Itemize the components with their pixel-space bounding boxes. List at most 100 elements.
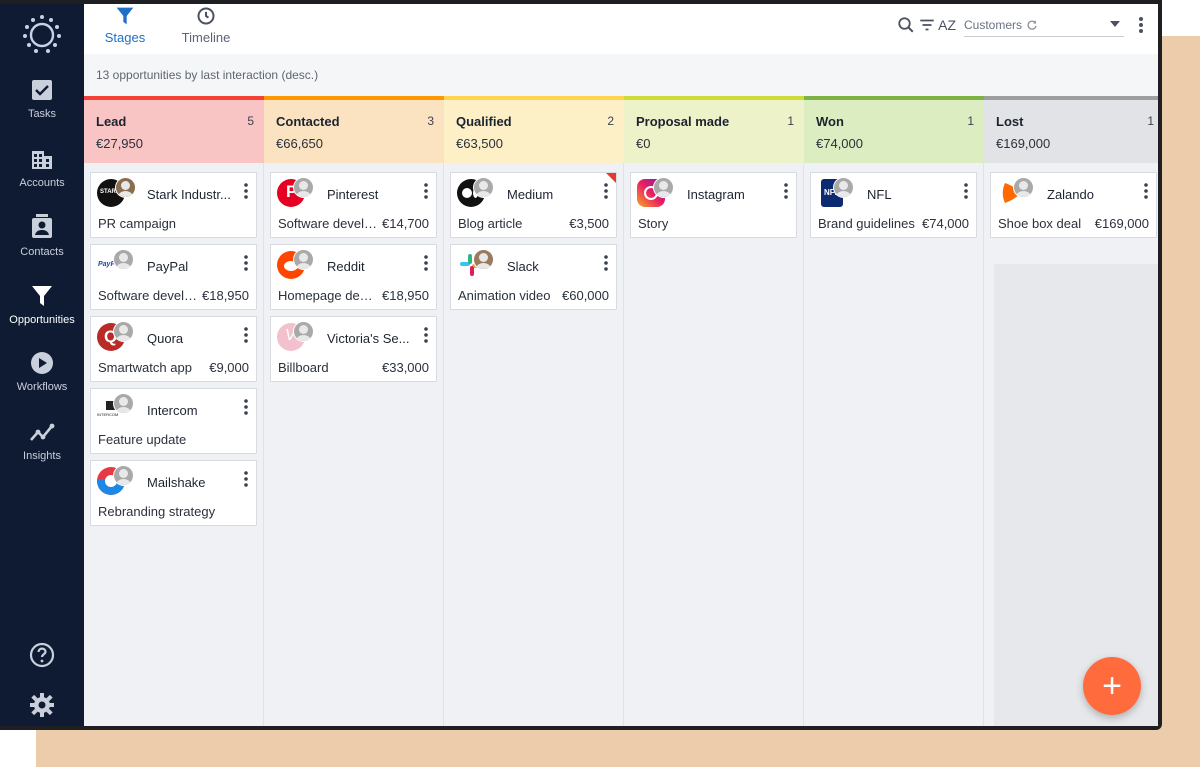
opportunity-card[interactable]: STARK Stark Industr... PR campaign bbox=[90, 172, 257, 238]
app-screen: Tasks Accounts Contacts Opportunities Wo… bbox=[0, 4, 1158, 726]
avatar bbox=[833, 177, 854, 198]
drop-zone bbox=[994, 264, 1158, 726]
sidebar: Tasks Accounts Contacts Opportunities Wo… bbox=[0, 4, 84, 726]
customers-select[interactable]: Customers bbox=[964, 13, 1124, 37]
opportunity-card[interactable]: Reddit Homepage desi... €18,950 bbox=[270, 244, 437, 310]
tab-stages[interactable]: Stages bbox=[104, 4, 146, 54]
results-summary: 13 opportunities by last interaction (de… bbox=[84, 54, 1158, 96]
sidebar-item-workflows[interactable]: Workflows bbox=[0, 351, 84, 415]
add-opportunity-button[interactable]: + bbox=[1083, 657, 1141, 715]
avatar bbox=[473, 177, 494, 198]
card-amount: €74,000 bbox=[922, 216, 969, 231]
toolbar: AZ Customers bbox=[897, 12, 1144, 38]
card-account-name: Mailshake bbox=[147, 475, 206, 490]
avatar bbox=[293, 249, 314, 270]
filter-lines-icon[interactable] bbox=[918, 16, 936, 34]
card-deal-name: PR campaign bbox=[98, 216, 177, 231]
opportunity-card[interactable]: Instagram Story bbox=[630, 172, 797, 238]
sidebar-item-insights[interactable]: Insights bbox=[0, 420, 84, 484]
card-deal-name: Rebranding strategy bbox=[98, 504, 216, 519]
card-account-name: NFL bbox=[867, 187, 892, 202]
more-vertical-icon[interactable] bbox=[424, 255, 428, 271]
column-header[interactable]: Lost 1 €169,000 bbox=[984, 96, 1158, 163]
chevron-down-icon bbox=[1110, 21, 1120, 27]
column-title: Qualified bbox=[456, 114, 512, 129]
avatar bbox=[115, 177, 136, 198]
avatar bbox=[293, 177, 314, 198]
card-deal-name: Brand guidelines bbox=[818, 216, 915, 231]
sidebar-item-contacts[interactable]: Contacts bbox=[0, 214, 84, 278]
more-vertical-icon[interactable] bbox=[244, 327, 248, 343]
select-value: Customers bbox=[964, 17, 1023, 32]
opportunity-card[interactable]: P Pinterest Software develo... €14,700 bbox=[270, 172, 437, 238]
card-deal-name: Software develo... bbox=[98, 288, 198, 303]
card-account-name: Pinterest bbox=[327, 187, 379, 202]
more-vertical-icon[interactable] bbox=[1138, 16, 1144, 34]
tab-label: Stages bbox=[104, 30, 146, 45]
sidebar-item-accounts[interactable]: Accounts bbox=[0, 147, 84, 211]
more-vertical-icon[interactable] bbox=[1144, 183, 1148, 199]
opportunity-card[interactable]: NFL NFL Brand guidelines €74,000 bbox=[810, 172, 977, 238]
opportunity-card[interactable]: Zalando Shoe box deal €169,000 bbox=[990, 172, 1157, 238]
sidebar-item-label: Tasks bbox=[27, 108, 57, 120]
help-circle-icon[interactable] bbox=[29, 642, 55, 668]
card-account-name: Reddit bbox=[327, 259, 365, 274]
more-vertical-icon[interactable] bbox=[604, 183, 608, 199]
avatar bbox=[113, 249, 134, 270]
more-vertical-icon[interactable] bbox=[244, 399, 248, 415]
plus-icon: + bbox=[1102, 667, 1122, 705]
column-header[interactable]: Contacted 3 €66,650 bbox=[264, 96, 444, 163]
column-title: Won bbox=[816, 114, 844, 129]
column-count: 1 bbox=[1147, 114, 1154, 128]
more-vertical-icon[interactable] bbox=[244, 471, 248, 487]
opportunity-card[interactable]: Mailshake Rebranding strategy bbox=[90, 460, 257, 526]
card-amount: €14,700 bbox=[382, 216, 429, 231]
contact-card-icon bbox=[32, 214, 52, 238]
card-amount: €3,500 bbox=[569, 216, 609, 231]
sort-az-icon[interactable]: AZ bbox=[938, 17, 956, 33]
column-qualified: Qualified 2 €63,500 Medium Blog article … bbox=[444, 96, 624, 726]
app-logo-icon[interactable] bbox=[22, 14, 62, 54]
device-frame: Tasks Accounts Contacts Opportunities Wo… bbox=[0, 0, 1162, 730]
tab-timeline[interactable]: Timeline bbox=[180, 4, 232, 54]
opportunity-card[interactable]: PayPal PayPal Software develo... €18,950 bbox=[90, 244, 257, 310]
column-total: €74,000 bbox=[816, 136, 863, 151]
opportunity-card[interactable]: INTERCOM Intercom Feature update bbox=[90, 388, 257, 454]
card-account-name: Stark Industr... bbox=[147, 187, 231, 202]
more-vertical-icon[interactable] bbox=[604, 255, 608, 271]
search-icon[interactable] bbox=[897, 16, 915, 34]
more-vertical-icon[interactable] bbox=[424, 327, 428, 343]
more-vertical-icon[interactable] bbox=[964, 183, 968, 199]
card-amount: €18,950 bbox=[202, 288, 249, 303]
column-title: Lost bbox=[996, 114, 1024, 129]
more-vertical-icon[interactable] bbox=[784, 183, 788, 199]
card-account-name: Victoria's Se... bbox=[327, 331, 410, 346]
gear-icon[interactable] bbox=[29, 692, 55, 718]
more-vertical-icon[interactable] bbox=[244, 183, 248, 199]
card-deal-name: Shoe box deal bbox=[998, 216, 1082, 231]
column-header[interactable]: Proposal made 1 €0 bbox=[624, 96, 804, 163]
column-proposal-made: Proposal made 1 €0 Instagram Story bbox=[624, 96, 804, 726]
card-account-name: Medium bbox=[507, 187, 554, 202]
sidebar-item-label: Workflows bbox=[16, 381, 68, 393]
column-header[interactable]: Qualified 2 €63,500 bbox=[444, 96, 624, 163]
column-contacted: Contacted 3 €66,650 P Pinterest Software… bbox=[264, 96, 444, 726]
sidebar-item-tasks[interactable]: Tasks bbox=[0, 78, 84, 142]
more-vertical-icon[interactable] bbox=[424, 183, 428, 199]
sidebar-item-label: Opportunities bbox=[9, 314, 75, 326]
opportunity-card[interactable]: Slack Animation video €60,000 bbox=[450, 244, 617, 310]
opportunity-card[interactable]: Medium Blog article €3,500 bbox=[450, 172, 617, 238]
avatar bbox=[113, 465, 134, 486]
column-header[interactable]: Lead 5 €27,950 bbox=[84, 96, 264, 163]
card-deal-name: Animation video bbox=[458, 288, 551, 303]
column-header[interactable]: Won 1 €74,000 bbox=[804, 96, 984, 163]
sidebar-item-opportunities[interactable]: Opportunities bbox=[0, 284, 84, 348]
opportunity-card[interactable]: Q Quora Smartwatch app €9,000 bbox=[90, 316, 257, 382]
sidebar-item-label: Contacts bbox=[20, 246, 64, 258]
column-title: Lead bbox=[96, 114, 127, 129]
card-deal-name: Smartwatch app bbox=[98, 360, 192, 375]
flag-marker bbox=[606, 173, 616, 183]
card-account-name: Zalando bbox=[1047, 187, 1094, 202]
opportunity-card[interactable]: V Victoria's Se... Billboard €33,000 bbox=[270, 316, 437, 382]
more-vertical-icon[interactable] bbox=[244, 255, 248, 271]
